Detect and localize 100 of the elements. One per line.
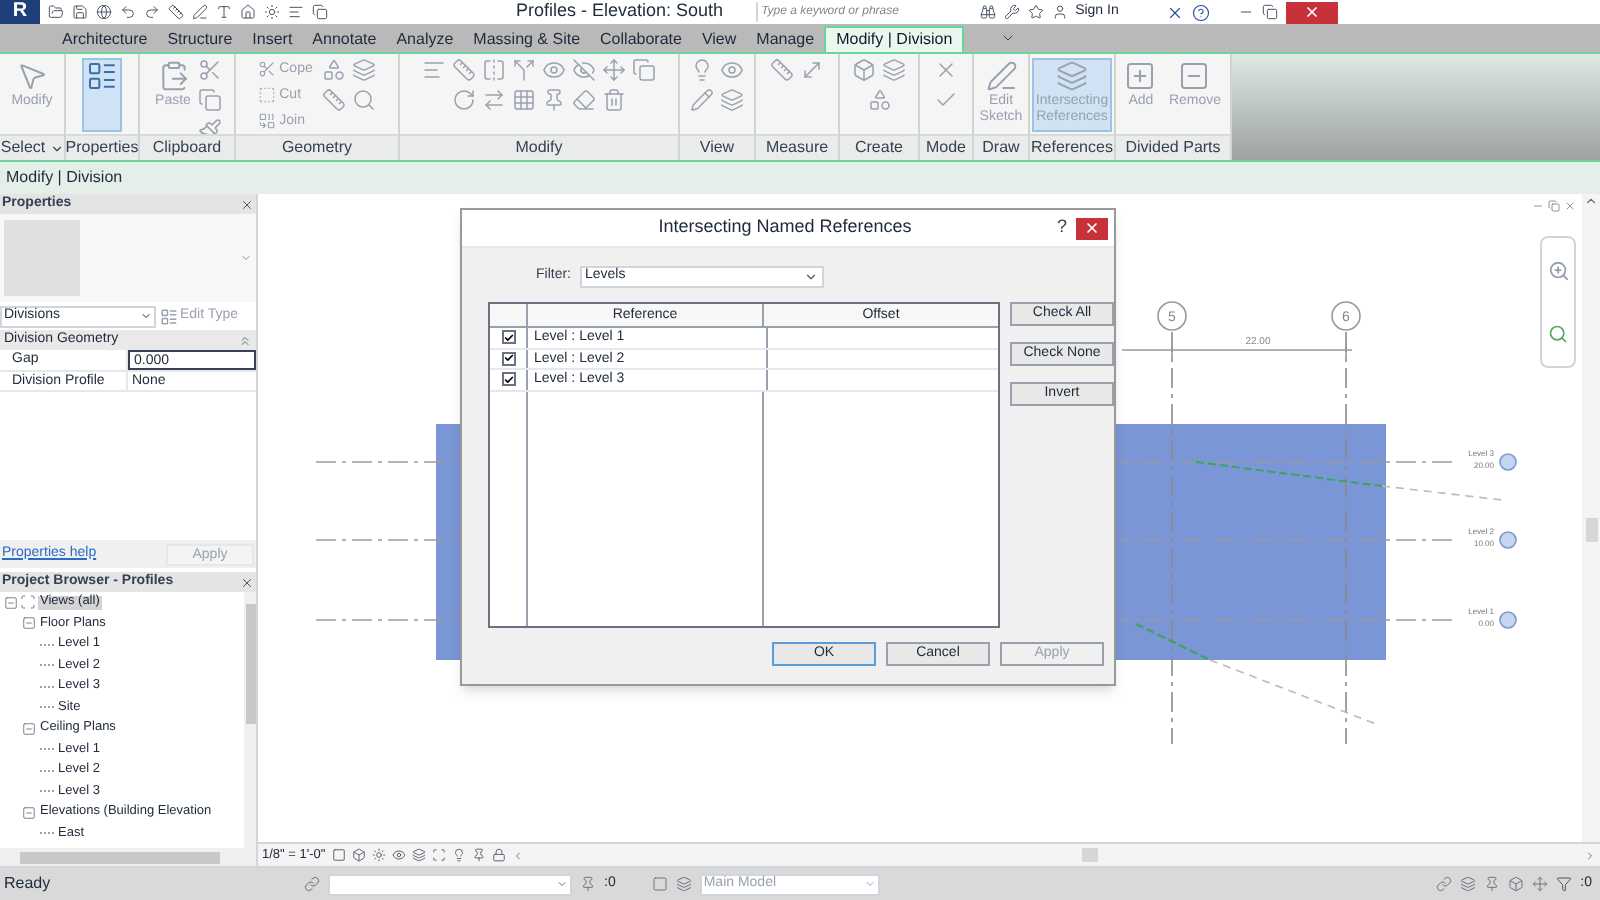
panel-title: Clipboard [152, 136, 222, 160]
save-icon[interactable] [72, 4, 88, 20]
scroll-thumb[interactable] [245, 604, 255, 724]
drag-icon[interactable] [1532, 876, 1549, 892]
checkbox[interactable] [501, 330, 515, 345]
binoculars-icon[interactable] [979, 4, 996, 20]
array-icon[interactable] [512, 88, 536, 112]
caret-icon [556, 878, 568, 890]
workset-dropdown[interactable] [328, 873, 572, 895]
box-icon[interactable] [852, 58, 876, 82]
rotate-icon[interactable] [452, 88, 476, 112]
zoom-icon[interactable] [1548, 324, 1568, 345]
copy-icon[interactable] [198, 88, 223, 112]
navigation-bar[interactable] [1540, 236, 1576, 368]
ribbon-tab[interactable]: Analyze [386, 26, 464, 52]
lock-icon[interactable] [491, 848, 506, 862]
pinned-icon[interactable] [1484, 876, 1501, 892]
ribbon-tab[interactable]: Annotate [302, 26, 387, 52]
level-head-icon [1499, 611, 1517, 629]
delete-icon[interactable] [602, 88, 626, 112]
close-icon[interactable] [1564, 200, 1576, 212]
collapse-icon[interactable] [22, 616, 36, 631]
layers-icon[interactable] [720, 88, 744, 112]
move-icon[interactable] [602, 58, 626, 82]
star-icon[interactable] [1027, 4, 1044, 20]
ruler-icon[interactable] [168, 4, 184, 20]
scroll-thumb[interactable] [1082, 848, 1098, 862]
ribbon-tab[interactable]: Modify | Division [824, 26, 965, 52]
text-icon[interactable] [216, 4, 232, 20]
layers-icon[interactable] [351, 58, 376, 82]
ribbon-tab[interactable]: Insert [242, 26, 303, 52]
user-icon[interactable] [1051, 4, 1068, 20]
crop-region-icon[interactable] [431, 848, 446, 862]
lightbulb-icon[interactable] [690, 58, 714, 82]
ribbon-tab[interactable]: View [691, 26, 747, 52]
ribbon-tab[interactable]: Architecture [52, 26, 158, 52]
edit-type-icon [160, 307, 178, 325]
ribbon-tab[interactable]: Collaborate [590, 26, 692, 52]
filter-icon[interactable] [1556, 876, 1573, 892]
shapes-icon[interactable] [867, 88, 891, 112]
sun-path-icon[interactable] [371, 848, 386, 862]
properties-icon[interactable] [86, 60, 118, 92]
scroll-thumb[interactable] [1585, 518, 1597, 542]
search-icon[interactable] [351, 88, 376, 112]
close-icon[interactable] [240, 197, 254, 211]
restore-icon[interactable] [1262, 4, 1279, 20]
align-icon[interactable] [422, 58, 446, 82]
pen-icon[interactable] [192, 4, 208, 20]
ribbon-tab[interactable]: Manage [746, 26, 825, 52]
scroll-thumb[interactable] [20, 851, 220, 863]
ribbon-button[interactable] [82, 58, 122, 132]
restore-icon[interactable] [1548, 200, 1560, 212]
close-button[interactable] [1286, 1, 1339, 23]
scroll-left-icon[interactable] [511, 849, 524, 861]
hide-icon[interactable] [572, 58, 596, 82]
copy-icon[interactable] [632, 58, 656, 82]
panel-title: Mode [925, 136, 966, 160]
folder-icon[interactable] [48, 4, 64, 20]
help-icon[interactable] [1192, 3, 1211, 21]
visual-style-icon[interactable] [351, 848, 366, 862]
check-icon[interactable] [934, 88, 958, 112]
pin-icon[interactable] [542, 88, 566, 112]
collapse-icon[interactable] [22, 805, 36, 820]
checkbox[interactable] [501, 351, 515, 366]
checkbox[interactable] [501, 372, 515, 387]
ribbon-tab[interactable]: Massing & Site [463, 26, 591, 52]
minimize-icon[interactable] [1532, 200, 1544, 212]
eraser-icon[interactable] [572, 88, 596, 112]
home-icon[interactable] [240, 4, 256, 20]
panel-title: References [1031, 136, 1113, 160]
split-icon[interactable] [512, 58, 536, 82]
layers-icon[interactable] [882, 58, 906, 82]
scissors-icon[interactable] [198, 58, 223, 82]
ribbon-tab[interactable]: Structure [157, 26, 243, 52]
reference-line [1381, 485, 1503, 501]
eye-icon[interactable] [542, 58, 566, 82]
globe-icon[interactable] [96, 4, 112, 20]
sun-icon[interactable] [264, 4, 280, 20]
close-icon[interactable] [240, 575, 254, 589]
caret-icon[interactable] [49, 141, 64, 155]
scroll-up-icon[interactable] [1584, 194, 1598, 208]
redo-icon[interactable] [144, 4, 160, 20]
pencil-icon[interactable] [690, 88, 714, 112]
list-icon[interactable] [288, 4, 304, 20]
scroll-right-icon[interactable] [1584, 849, 1596, 861]
undo-icon[interactable] [120, 4, 136, 20]
wrench-icon[interactable] [1003, 4, 1020, 20]
tab-options-icon[interactable] [1000, 30, 1017, 46]
help-button[interactable]: ? [1048, 214, 1076, 242]
links-icon[interactable] [1436, 876, 1453, 892]
windows-icon[interactable] [312, 4, 328, 20]
eye-icon[interactable] [720, 58, 744, 82]
shapes-icon[interactable] [321, 58, 346, 82]
collapse-icon[interactable] [22, 721, 36, 736]
panel-title: Geometry [281, 136, 353, 160]
collapse-icon[interactable] [238, 333, 252, 347]
panel-title: View [699, 136, 735, 160]
collapse-icon[interactable] [4, 595, 18, 610]
close-button[interactable] [1076, 217, 1108, 239]
app-menu-button[interactable]: R [0, 0, 40, 24]
